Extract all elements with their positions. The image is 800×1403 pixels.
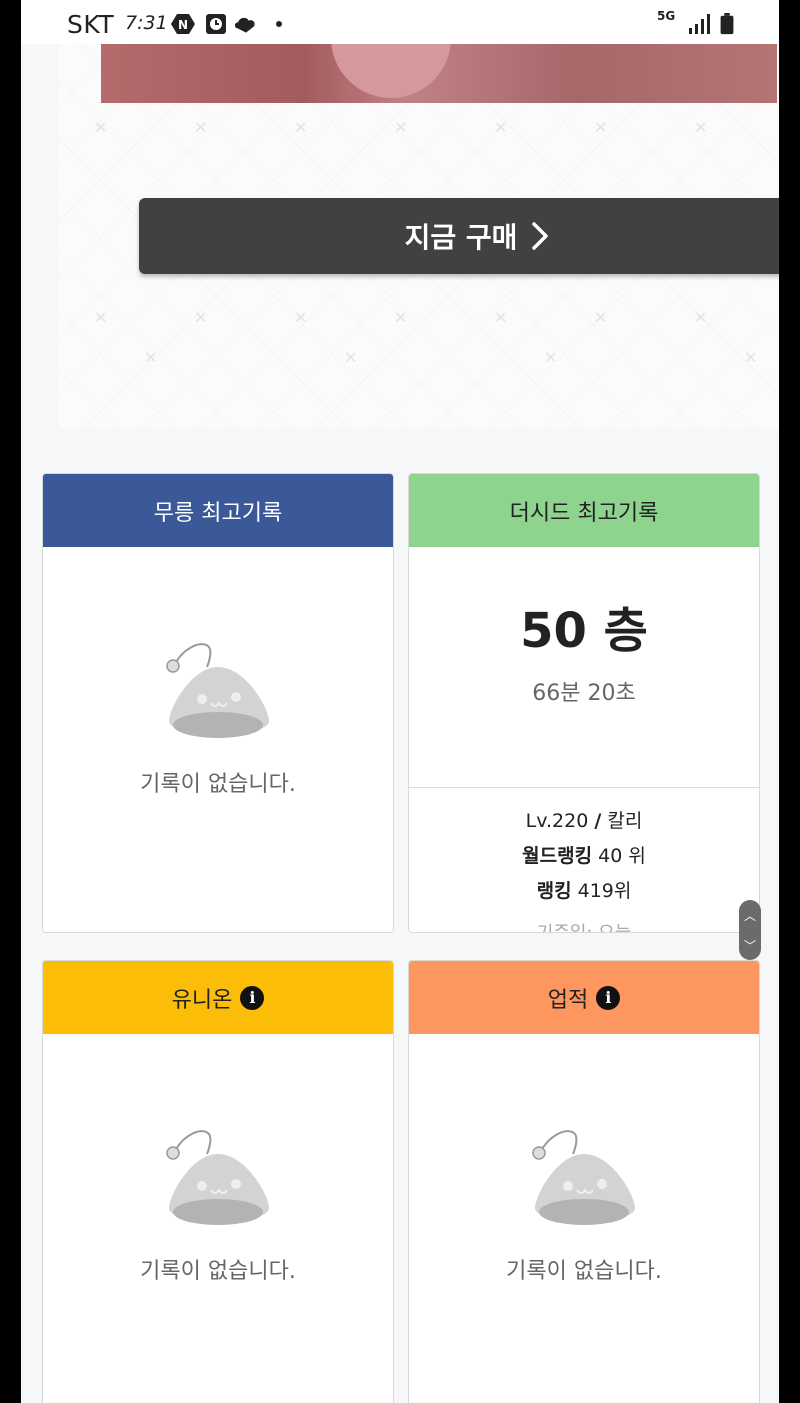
pattern-icon: ✕ bbox=[294, 308, 308, 327]
pattern-icon: ✕ bbox=[194, 118, 208, 137]
achievement-card-header: 업적 i bbox=[409, 961, 759, 1034]
seed-floor-value: 50 층 bbox=[520, 603, 648, 659]
level-job-line: Lv.220 / 칼리 bbox=[409, 806, 759, 833]
status-time: 7:31 bbox=[125, 12, 168, 34]
buy-now-button[interactable]: 지금 구매 bbox=[139, 198, 779, 274]
union-card-title: 유니온 bbox=[171, 987, 233, 1013]
seed-character-info: Lv.220 / 칼리 월드랭킹 40 위 랭킹 419위 기준일: 오늘 bbox=[409, 806, 759, 932]
network-type: 5G bbox=[657, 9, 676, 23]
pattern-icon: ✕ bbox=[544, 348, 558, 367]
pattern-icon: ✕ bbox=[144, 348, 158, 367]
notification-dot-icon bbox=[276, 21, 282, 27]
carrier-label: SKT bbox=[67, 10, 115, 39]
fast-scroll-handle[interactable]: ︿ ﹀ bbox=[739, 900, 761, 960]
ranking-label: 랭킹 bbox=[536, 880, 572, 902]
seed-card-header: 더시드 최고기록 bbox=[409, 474, 759, 547]
chevron-up-icon: ︿ bbox=[743, 908, 756, 923]
pattern-icon: ✕ bbox=[294, 118, 308, 137]
level-job-separator: / bbox=[594, 810, 602, 832]
pattern-icon: ✕ bbox=[694, 308, 708, 327]
base-date-text: 기준일: 오늘 bbox=[409, 919, 759, 932]
cloud-app-icon bbox=[234, 17, 255, 33]
world-ranking-value: 40 위 bbox=[598, 845, 646, 867]
info-icon[interactable]: i bbox=[596, 985, 621, 1010]
ad-banner: ✕ ✕ ✕ ✕ ✕ ✕ ✕ ✕ ✕ ✕ ✕ ✕ ✕ ✕ ✕ ✕ ✕ ✕ 지금 구… bbox=[59, 0, 779, 428]
empty-state: 기록이 없습니다. bbox=[43, 639, 393, 798]
battery-icon bbox=[720, 13, 734, 35]
pattern-icon: ✕ bbox=[394, 118, 408, 137]
pattern-icon: ✕ bbox=[694, 118, 708, 137]
empty-state: 기록이 없습니다. bbox=[43, 1126, 393, 1285]
divider bbox=[409, 787, 759, 788]
ranking-value: 419위 bbox=[577, 880, 632, 902]
pattern-icon: ✕ bbox=[194, 308, 208, 327]
n-badge-icon: N bbox=[171, 14, 195, 34]
pattern-icon: ✕ bbox=[494, 308, 508, 327]
pattern-icon: ✕ bbox=[594, 308, 608, 327]
seed-clear-time: 66분 20초 bbox=[532, 681, 636, 706]
chevron-right-icon bbox=[532, 222, 549, 250]
empty-text: 기록이 없습니다. bbox=[506, 1259, 662, 1284]
app-screen: SKT 7:31 N 5G ✕ ✕ ✕ ✕ ✕ ✕ ✕ ✕ ✕ ✕ ✕ ✕ ✕ … bbox=[21, 0, 779, 1403]
empty-text: 기록이 없습니다. bbox=[140, 1259, 296, 1284]
world-ranking-line: 월드랭킹 40 위 bbox=[409, 841, 759, 868]
info-icon[interactable]: i bbox=[240, 985, 265, 1010]
empty-slime-icon bbox=[165, 643, 269, 738]
ranking-line: 랭킹 419위 bbox=[409, 876, 759, 903]
buy-now-label: 지금 구매 bbox=[404, 221, 518, 254]
achievement-card-title: 업적 bbox=[547, 987, 589, 1013]
svg-text:N: N bbox=[178, 18, 188, 32]
clock-app-icon bbox=[206, 14, 226, 34]
mureung-card-title: 무릉 최고기록 bbox=[153, 500, 283, 526]
pattern-icon: ✕ bbox=[744, 348, 758, 367]
pattern-icon: ✕ bbox=[394, 308, 408, 327]
world-ranking-label: 월드랭킹 bbox=[522, 845, 593, 867]
seed-card-title: 더시드 최고기록 bbox=[509, 500, 659, 526]
union-card-header: 유니온 i bbox=[43, 961, 393, 1034]
pattern-icon: ✕ bbox=[494, 118, 508, 137]
pattern-icon: ✕ bbox=[94, 118, 108, 137]
ad-image-subject bbox=[331, 38, 451, 98]
seed-record-card: 더시드 최고기록 50 층 66분 20초 Lv.220 / 칼리 월드랭킹 4… bbox=[408, 473, 760, 933]
pattern-icon: ✕ bbox=[94, 308, 108, 327]
status-bar: SKT 7:31 N 5G bbox=[21, 0, 779, 44]
empty-text: 기록이 없습니다. bbox=[140, 772, 296, 797]
empty-slime-icon bbox=[531, 1130, 635, 1225]
empty-slime-icon bbox=[165, 1130, 269, 1225]
pattern-icon: ✕ bbox=[344, 348, 358, 367]
achievement-record-card: 업적 i 기록이 없습니다. bbox=[408, 960, 760, 1403]
signal-icon bbox=[689, 14, 710, 34]
union-record-card: 유니온 i 기록이 없습니다. bbox=[42, 960, 394, 1403]
seed-card-body: 50 층 66분 20초 Lv.220 / 칼리 월드랭킹 40 위 랭킹 41… bbox=[409, 591, 759, 932]
mureung-record-card: 무릉 최고기록 기록이 없습니다. bbox=[42, 473, 394, 933]
chevron-down-icon: ﹀ bbox=[743, 938, 756, 953]
character-job: 칼리 bbox=[607, 810, 643, 832]
pattern-icon: ✕ bbox=[594, 118, 608, 137]
mureung-card-header: 무릉 최고기록 bbox=[43, 474, 393, 547]
character-level: Lv.220 bbox=[525, 810, 589, 832]
empty-state: 기록이 없습니다. bbox=[409, 1126, 759, 1285]
